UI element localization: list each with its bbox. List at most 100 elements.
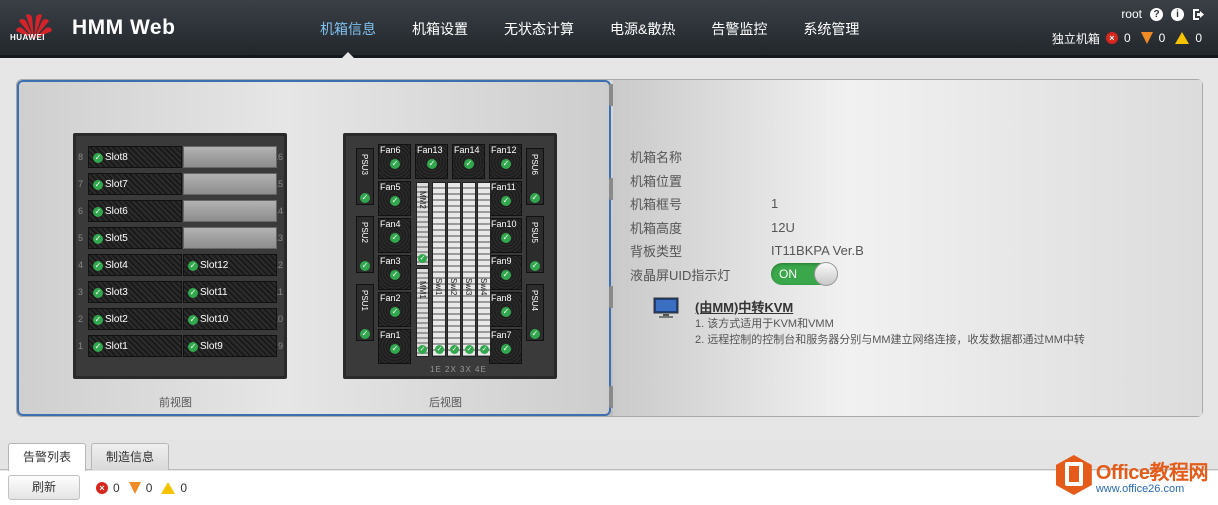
help-icon[interactable]: ? xyxy=(1150,7,1163,21)
management-module[interactable]: MM2 ✓ xyxy=(416,182,429,266)
fan-label: Fan11 xyxy=(491,182,516,192)
nav-stateless-computing[interactable]: 无状态计算 xyxy=(486,0,592,58)
ok-status-icon: ✓ xyxy=(418,345,427,354)
fan-module[interactable]: Fan12 ✓ xyxy=(489,144,522,179)
blade-slot[interactable]: ✓ Slot7 xyxy=(88,173,182,195)
refresh-button[interactable]: 刷新 xyxy=(8,475,80,500)
blade-slot[interactable]: ✓ Slot1 xyxy=(88,335,182,357)
ok-status-icon: ✓ xyxy=(390,270,400,280)
slot-name: Slot10 xyxy=(200,314,229,325)
switch-label: Swi2 xyxy=(449,278,458,296)
major-count: 0 xyxy=(145,481,153,495)
fan-module[interactable]: Fan5 ✓ xyxy=(378,181,411,216)
blade-slot[interactable]: ✓ Slot2 xyxy=(88,308,182,330)
empty-slot[interactable] xyxy=(183,227,277,249)
nav-power-cooling[interactable]: 电源&散热 xyxy=(592,0,693,58)
slot-row-number: 3 xyxy=(78,287,84,297)
switch-module[interactable]: Swi2 ✓ xyxy=(447,182,461,357)
watermark-title: Office教程网 xyxy=(1095,461,1209,484)
slot-row-number: 4 xyxy=(78,260,84,270)
fan-module[interactable]: Fan13 ✓ xyxy=(415,144,448,179)
blade-slot[interactable]: ✓ Slot6 xyxy=(88,200,182,222)
fan-label: Fan4 xyxy=(380,219,401,229)
psu-module[interactable]: PSU2 ✓ xyxy=(356,216,374,273)
empty-slot[interactable] xyxy=(183,146,277,168)
kvm-title[interactable]: (由MM)中转KVM xyxy=(695,297,793,316)
top-header: HUAWEI HMM Web 机箱信息 机箱设置 无状态计算 电源&散热 告警监… xyxy=(0,0,1218,58)
empty-slot[interactable] xyxy=(183,200,277,222)
blade-slot[interactable]: ✓ Slot8 xyxy=(88,146,182,168)
psu-module[interactable]: PSU1 ✓ xyxy=(356,284,374,341)
fan-module[interactable]: Fan3 ✓ xyxy=(378,255,411,290)
blade-slot[interactable]: ✓ Slot3 xyxy=(88,281,182,303)
ok-status-icon: ✓ xyxy=(93,206,103,217)
fan-module[interactable]: Fan14 ✓ xyxy=(452,144,485,179)
switch-module[interactable]: Swi1 ✓ xyxy=(432,182,446,357)
slot-row-number: 6 xyxy=(78,206,84,216)
psu-module[interactable]: PSU3 ✓ xyxy=(356,148,374,205)
nav-chassis-settings[interactable]: 机箱设置 xyxy=(394,0,486,58)
slot-label: ✓ Slot5 xyxy=(93,233,128,244)
blade-slot[interactable]: ✓ Slot10 xyxy=(183,308,277,330)
blade-slot[interactable]: ✓ Slot5 xyxy=(88,227,182,249)
ok-status-icon: ✓ xyxy=(530,261,540,271)
fan-module[interactable]: Fan9 ✓ xyxy=(489,255,522,290)
psu-module[interactable]: PSU6 ✓ xyxy=(526,148,544,205)
nav-chassis-info[interactable]: 机箱信息 xyxy=(302,0,394,58)
fan-label: Fan9 xyxy=(491,256,512,266)
blade-slot[interactable]: ✓ Slot9 xyxy=(183,335,277,357)
slot-label: ✓ Slot11 xyxy=(188,287,228,298)
toggle-knob[interactable] xyxy=(814,262,838,287)
tab-alarm-list[interactable]: 告警列表 xyxy=(8,443,87,471)
fan-module[interactable]: Fan8 ✓ xyxy=(489,292,522,327)
fan-module[interactable]: Fan1 ✓ xyxy=(378,329,411,364)
info-label: 机箱名称 xyxy=(630,150,683,166)
switch-module[interactable]: Swi3 ✓ xyxy=(462,182,476,357)
critical-alarm-count: 0 xyxy=(1123,31,1131,45)
nav-alarm-monitor[interactable]: 告警监控 xyxy=(693,0,785,58)
app-title: HMM Web xyxy=(72,16,176,39)
fan-module[interactable]: Fan6 ✓ xyxy=(378,144,411,179)
fan-module[interactable]: Fan10 ✓ xyxy=(489,218,522,253)
major-alarm-count: 0 xyxy=(1158,31,1166,45)
fan-module[interactable]: Fan4 ✓ xyxy=(378,218,411,253)
empty-slot[interactable] xyxy=(183,173,277,195)
fan-label: Fan8 xyxy=(491,293,512,303)
slot-row-number: 9 xyxy=(277,341,283,351)
fan-module[interactable]: Fan7 ✓ xyxy=(489,329,522,364)
uid-toggle-state: ON xyxy=(779,267,797,282)
username[interactable]: root xyxy=(1121,7,1142,21)
rear-chassis: Fan6 ✓ Fan5 ✓ Fan4 ✓ Fan3 ✓ Fan2 ✓ Fan1 ✓ Fan12 ✓ Fan1… xyxy=(343,133,557,379)
fan-module[interactable]: Fan11 ✓ xyxy=(489,181,522,216)
fan-label: Fan12 xyxy=(491,145,517,155)
info-icon[interactable]: i xyxy=(1171,7,1184,21)
critical-alarm-icon[interactable]: × xyxy=(1105,32,1118,44)
fan-module[interactable]: Fan2 ✓ xyxy=(378,292,411,327)
blade-slot[interactable]: ✓ Slot12 xyxy=(183,254,277,276)
uid-toggle[interactable]: ON xyxy=(771,262,838,287)
chassis-mode: 独立机箱 xyxy=(1051,31,1100,46)
ok-status-icon: ✓ xyxy=(93,233,103,244)
psu-module[interactable]: PSU4 ✓ xyxy=(526,284,544,341)
office-logo xyxy=(1055,455,1092,495)
blade-slot[interactable]: ✓ Slot4 xyxy=(88,254,182,276)
switch-module[interactable]: Swi4 ✓ xyxy=(477,182,491,357)
switch-label: Swi4 xyxy=(479,278,488,296)
major-alarm-icon[interactable] xyxy=(1140,32,1153,44)
slot-name: Slot12 xyxy=(200,260,229,271)
chassis-views: 8 ✓ Slot8 7 ✓ Slot7 6 ✓ Slot6 5 ✓ Slot5 4 ✓ Slot4 3 ✓ Slo… xyxy=(17,80,611,416)
ok-status-icon: ✓ xyxy=(464,159,474,169)
ok-status-icon: ✓ xyxy=(93,260,103,271)
nav-system-management[interactable]: 系统管理 xyxy=(785,0,877,58)
minor-alarm-icon xyxy=(161,482,176,494)
slot-name: Slot6 xyxy=(105,206,128,217)
logout-icon[interactable] xyxy=(1192,8,1206,21)
blade-slot[interactable]: ✓ Slot11 xyxy=(183,281,277,303)
management-module[interactable]: MM1 ✓ xyxy=(416,268,429,357)
chassis-panel: 8 ✓ Slot8 7 ✓ Slot7 6 ✓ Slot6 5 ✓ Slot5 4 ✓ Slot4 3 ✓ Slo… xyxy=(16,79,1203,417)
tab-manufacture-info[interactable]: 制造信息 xyxy=(91,443,170,470)
psu-module[interactable]: PSU5 ✓ xyxy=(526,216,544,273)
ok-status-icon: ✓ xyxy=(450,345,459,354)
slot-label: ✓ Slot3 xyxy=(93,287,128,298)
minor-alarm-icon[interactable] xyxy=(1175,32,1190,44)
